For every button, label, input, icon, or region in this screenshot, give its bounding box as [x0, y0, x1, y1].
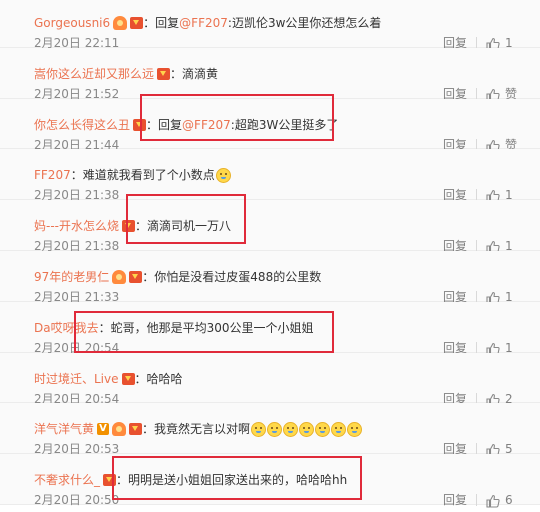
comment-colon: ： — [98, 320, 111, 335]
comment-username[interactable]: 洋气洋气黄 — [34, 420, 94, 438]
comment-item: 时过境迁、Live：哈哈哈 2月20日 20:54 回复 2 — [0, 352, 540, 407]
comment-item: 97年的老男仁：你怕是没看过皮蛋488的公里数 2月20日 21:33 回复 1 — [0, 250, 540, 305]
member-badge-icon — [157, 67, 171, 80]
comment-content: Da哎呀我去：蛇哥，他那是平均300公里一个小姐姐 — [34, 319, 314, 337]
fan-badge-icon — [112, 422, 127, 437]
member-badge-icon — [129, 270, 143, 283]
reply-prefix: 回复 — [158, 117, 183, 132]
member-badge-icon — [129, 423, 143, 436]
fan-badge-icon — [112, 269, 127, 284]
vip-badge-icon: V — [97, 423, 110, 436]
comment-username[interactable]: Da哎呀我去 — [34, 319, 99, 337]
reply-button[interactable]: 回复 — [443, 492, 467, 508]
laugh-emoji-icon — [215, 167, 231, 183]
comment-colon: ： — [146, 117, 159, 132]
member-badge-icon — [133, 118, 147, 131]
comment-content: 时过境迁、Live ：哈哈哈 — [34, 370, 183, 388]
comment-item: FF207：难道就我看到了个小数点 2月20日 21:38 回复 1 — [0, 149, 540, 203]
comment-username[interactable]: FF207 — [34, 166, 71, 184]
member-badge-icon — [121, 372, 135, 385]
like-count[interactable]: 6 — [505, 492, 513, 508]
comment-item: 不奢求什么_ ：明明是送小姐姐回家送出来的，哈哈哈hh 2月20日 20:50 回复 6 — [0, 454, 540, 508]
comment-text: 滴滴黄 — [182, 66, 219, 81]
comment-username[interactable]: 你怎么长得这么丑 — [34, 116, 130, 134]
comment-content: Gorgeousni6：回复 @FF207: 迈凯伦3w公里你还想怎么着 — [34, 14, 381, 32]
comment-colon: ： — [143, 16, 156, 30]
comment-colon: ： — [142, 269, 155, 284]
comment-item: 你怎么长得这么丑：回复 @FF207: 超跑3W公里挺多了 2月20日 21:44 回复… — [0, 98, 540, 153]
member-badge-icon — [122, 220, 135, 233]
comment-item: 洋气洋气黄 V：我竟然无言以对啊 2月20日 20:53 回复 5 — [0, 403, 540, 457]
comment-username[interactable]: 妈---开水怎么烧 — [34, 217, 119, 235]
comment-username[interactable]: 嵩你这么近却又那么远 — [34, 65, 154, 83]
laugh-emoji-icon — [299, 421, 315, 437]
member-badge-icon — [103, 474, 117, 487]
comment-time: 2月20日 20:50 — [34, 493, 120, 508]
comment-list: Gorgeousni6：回复 @FF207: 迈凯伦3w公里你还想怎么着 2月20日 … — [0, 0, 540, 508]
mention-link[interactable]: @FF207 — [182, 116, 231, 134]
comment-text: 迈凯伦3w公里你还想怎么着 — [231, 16, 382, 30]
reply-prefix: 回复 — [155, 16, 180, 30]
comment-text: 我竟然无言以对啊 — [154, 422, 251, 437]
comment-content: FF207：难道就我看到了个小数点 — [34, 166, 231, 184]
comment-text: 蛇哥，他那是平均300公里一个小姐姐 — [110, 320, 314, 335]
comment-username[interactable]: 不奢求什么_ — [34, 471, 100, 489]
comment-item: 妈---开水怎么烧：滴滴司机一万八 2月20日 21:38 回复 1 — [0, 200, 540, 254]
comment-username[interactable]: 时过境迁、Live — [34, 370, 119, 388]
comment-content: 嵩你这么近却又那么远 ：滴滴黄 — [34, 65, 218, 83]
comment-content: 不奢求什么_ ：明明是送小姐姐回家送出来的，哈哈哈hh — [34, 471, 347, 489]
comment-content: 97年的老男仁 ：你怕是没看过皮蛋488的公里数 — [34, 268, 321, 286]
like-thumb-icon[interactable] — [486, 493, 500, 508]
comment-text: 你怕是没看过皮蛋488的公里数 — [154, 269, 322, 284]
laugh-emoji-icon — [251, 421, 267, 437]
comment-text: 超跑3W公里挺多了 — [234, 117, 339, 132]
comment-colon: ： — [135, 219, 148, 234]
fan-badge-icon — [113, 16, 128, 30]
comment-colon: ： — [142, 422, 155, 437]
comment-text: 哈哈哈 — [146, 371, 183, 386]
comment-content: 洋气洋气黄 V ：我竟然无言以对啊 — [34, 420, 363, 438]
comment-username[interactable]: 97年的老男仁 — [34, 268, 109, 286]
comment-item: Da哎呀我去：蛇哥，他那是平均300公里一个小姐姐 2月20日 20:54 回复 1 — [0, 301, 540, 356]
action-divider — [476, 494, 477, 507]
mention-link[interactable]: @FF207 — [179, 14, 228, 32]
comment-colon: ： — [116, 473, 129, 488]
comment-text: 难道就我看到了个小数点 — [82, 168, 215, 183]
comment-username[interactable]: Gorgeousni6 — [34, 14, 110, 32]
comment-item: 嵩你这么近却又那么远：滴滴黄 2月20日 21:52 回复赞 — [0, 47, 540, 102]
comment-colon: ： — [170, 66, 183, 81]
comment-content: 妈---开水怎么烧 ：滴滴司机一万八 — [34, 217, 231, 235]
comment-colon: ： — [70, 168, 83, 183]
laugh-emoji-icon — [331, 421, 347, 437]
comment-content: 你怎么长得这么丑：回复 @FF207: 超跑3W公里挺多了 — [34, 116, 338, 134]
laugh-emoji-icon — [267, 421, 283, 437]
comment-text: 明明是送小姐姐回家送出来的，哈哈哈hh — [128, 473, 348, 488]
comment-text: 滴滴司机一万八 — [147, 219, 232, 234]
laugh-emoji-icon — [315, 421, 331, 437]
comment-item: Gorgeousni6：回复 @FF207: 迈凯伦3w公里你还想怎么着 2月20日 … — [0, 0, 540, 51]
laugh-emoji-icon — [347, 421, 363, 437]
laugh-emoji-icon — [283, 421, 299, 437]
comment-colon: ： — [134, 371, 147, 386]
member-badge-icon — [130, 17, 144, 29]
